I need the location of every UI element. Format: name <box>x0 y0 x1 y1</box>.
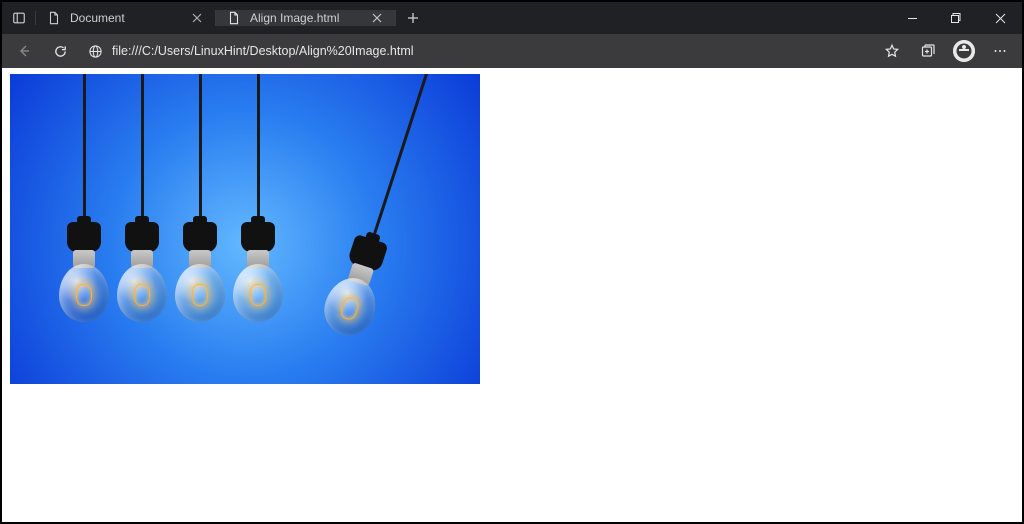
refresh-button[interactable] <box>44 37 76 65</box>
favorites-button[interactable] <box>876 37 908 65</box>
tab-actions-icon <box>12 11 26 25</box>
more-icon <box>992 43 1008 59</box>
address-bar[interactable]: file:///C:/Users/LinuxHint/Desktop/Align… <box>80 37 872 65</box>
refresh-icon <box>53 44 68 59</box>
titlebar: Document Align Image.html <box>2 2 1022 34</box>
close-window-button[interactable] <box>978 2 1022 34</box>
star-icon <box>884 43 900 59</box>
titlebar-drag-region[interactable] <box>430 2 890 34</box>
toolbar: file:///C:/Users/LinuxHint/Desktop/Align… <box>2 34 1022 68</box>
content-image <box>10 74 480 384</box>
file-icon <box>226 10 242 26</box>
plus-icon <box>407 12 419 24</box>
tab-align-image[interactable]: Align Image.html <box>216 10 396 26</box>
maximize-button[interactable] <box>934 2 978 34</box>
profile-button[interactable] <box>948 37 980 65</box>
file-icon <box>46 10 62 26</box>
new-tab-button[interactable] <box>396 12 430 24</box>
restore-icon <box>950 12 962 24</box>
arrow-left-icon <box>16 43 32 59</box>
tabs-region: Document Align Image.html <box>2 2 430 34</box>
close-icon <box>995 13 1006 24</box>
settings-menu-button[interactable] <box>984 37 1016 65</box>
tab-document[interactable]: Document <box>36 10 216 26</box>
tab-actions-button[interactable] <box>2 11 36 25</box>
close-icon[interactable] <box>369 10 385 26</box>
close-icon[interactable] <box>189 10 205 26</box>
minimize-icon <box>907 13 918 24</box>
minimize-button[interactable] <box>890 2 934 34</box>
page-viewport <box>2 68 1022 522</box>
url-text: file:///C:/Users/LinuxHint/Desktop/Align… <box>112 44 866 58</box>
back-button[interactable] <box>8 37 40 65</box>
avatar-icon <box>953 40 975 62</box>
tab-title: Document <box>70 11 183 25</box>
collections-button[interactable] <box>912 37 944 65</box>
window-controls <box>890 2 1022 34</box>
collections-icon <box>920 43 936 59</box>
globe-icon <box>86 42 104 60</box>
tab-title: Align Image.html <box>250 11 363 25</box>
